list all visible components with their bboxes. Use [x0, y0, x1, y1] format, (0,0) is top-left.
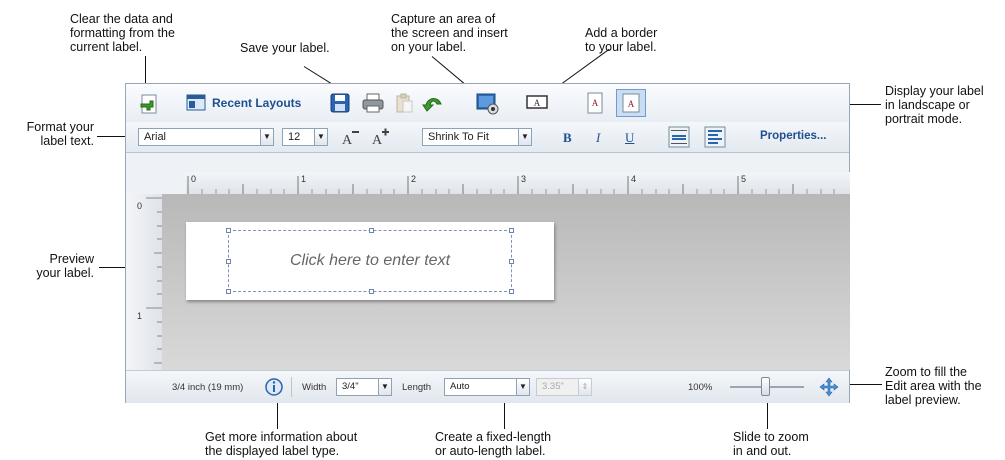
font-size-value: 12	[288, 131, 301, 143]
ruler-top-3: 3	[521, 174, 527, 184]
svg-text:A: A	[628, 99, 635, 109]
ruler-left-1: 1	[137, 311, 143, 321]
svg-text:A: A	[342, 133, 353, 148]
spinner-icon[interactable]: ⇕	[578, 379, 591, 395]
edit-area: Click here to enter text	[162, 194, 850, 370]
callout-length: Create a fixed-length or auto-length labe…	[435, 430, 552, 458]
resize-handle[interactable]	[369, 228, 374, 233]
vertical-align-icon[interactable]	[668, 126, 690, 148]
callout-save: Save your label.	[240, 41, 330, 55]
resize-handle[interactable]	[509, 259, 514, 264]
ruler-top-5: 5	[741, 174, 747, 184]
landscape-orientation-icon[interactable]: A	[616, 89, 646, 117]
bold-button[interactable]: B	[563, 130, 572, 146]
ruler-left-0: 0	[137, 201, 143, 211]
chevron-down-icon[interactable]: ▼	[378, 379, 391, 395]
callout-info: Get more information about the displayed …	[205, 430, 358, 458]
properties-link[interactable]: Properties...	[760, 130, 826, 142]
paste-icon[interactable]	[394, 93, 414, 113]
font-size-select[interactable]: 12 ▼	[282, 128, 328, 146]
underline-button[interactable]: U	[625, 130, 634, 146]
width-select[interactable]: 3/4" ▼	[336, 378, 392, 396]
status-bar: 3/4 inch (19 mm) Width 3/4" ▼ Length Aut…	[126, 370, 849, 403]
callout-capture: Capture an area of the screen and insert o…	[391, 12, 508, 54]
ruler-top-1: 1	[301, 174, 307, 184]
horizontal-align-icon[interactable]	[704, 126, 726, 148]
resize-handle[interactable]	[509, 289, 514, 294]
ruler-top-2: 2	[411, 174, 417, 184]
resize-handle[interactable]	[509, 228, 514, 233]
length-measure-input[interactable]: 3.35" ⇕	[536, 378, 592, 396]
length-select[interactable]: Auto ▼	[444, 378, 530, 396]
format-toolbar: Arial ▼ 12 ▼ A A Shrink To Fit ▼ B I U P…	[126, 122, 849, 153]
italic-button[interactable]: I	[596, 130, 600, 146]
chevron-down-icon[interactable]: ▼	[516, 379, 529, 395]
callout-preview: Preview your label.	[36, 252, 94, 280]
recent-layouts-icon[interactable]	[186, 93, 206, 113]
screen-capture-icon[interactable]	[476, 93, 499, 115]
recent-layouts-button[interactable]: Recent Layouts	[212, 96, 301, 110]
length-value: Auto	[450, 381, 470, 392]
horizontal-ruler: 0 1 2 3 4 5	[186, 172, 850, 194]
text-placeholder[interactable]: Click here to enter text	[229, 231, 511, 291]
chevron-down-icon[interactable]: ▼	[314, 129, 327, 145]
resize-handle[interactable]	[226, 289, 231, 294]
length-label: Length	[402, 382, 432, 393]
resize-handle[interactable]	[226, 259, 231, 264]
text-fit-value: Shrink To Fit	[428, 131, 489, 143]
label-preview: Click here to enter text	[186, 222, 554, 300]
print-icon[interactable]	[362, 93, 384, 113]
length-measure-value: 3.35"	[542, 381, 564, 392]
font-select[interactable]: Arial ▼	[138, 128, 274, 146]
callout-border: Add a border to your label.	[585, 26, 658, 54]
width-value: 3/4"	[342, 381, 359, 392]
ruler-top-0: 0	[191, 174, 197, 184]
border-icon[interactable]: A	[526, 94, 548, 110]
zoom-level-text: 100%	[688, 382, 713, 393]
decrease-font-icon[interactable]: A	[340, 128, 360, 148]
new-label-icon[interactable]	[138, 93, 158, 114]
resize-handle[interactable]	[226, 228, 231, 233]
label-type-text: 3/4 inch (19 mm)	[172, 382, 244, 393]
callout-format: Format your label text.	[26, 120, 94, 148]
callout-slide: Slide to zoom in and out.	[733, 430, 809, 458]
ruler-top-4: 4	[631, 174, 637, 184]
portrait-orientation-icon[interactable]: A	[586, 91, 604, 115]
text-fit-select[interactable]: Shrink To Fit ▼	[422, 128, 532, 146]
svg-text:A: A	[372, 133, 383, 148]
resize-handle[interactable]	[369, 289, 374, 294]
callout-zoomfill: Zoom to fill the Edit area with the label …	[885, 365, 982, 407]
undo-icon[interactable]	[422, 93, 442, 113]
label-editor-window: Recent Layouts A A A Arial ▼ 12 ▼ A A Sh…	[125, 83, 850, 403]
callout-orientation: Display your label in landscape or portrai…	[885, 84, 984, 126]
main-toolbar: Recent Layouts A A A	[126, 84, 849, 122]
chevron-down-icon[interactable]: ▼	[260, 129, 273, 145]
save-icon[interactable]	[330, 93, 350, 113]
callout-clear: Clear the data and formatting from the cur…	[70, 12, 175, 54]
info-icon[interactable]	[264, 377, 284, 397]
zoom-slider-thumb[interactable]	[761, 377, 770, 396]
chevron-down-icon[interactable]: ▼	[518, 129, 531, 145]
vertical-ruler: 0 1	[126, 194, 162, 370]
font-value: Arial	[144, 131, 167, 143]
text-object[interactable]: Click here to enter text	[226, 228, 514, 294]
increase-font-icon[interactable]: A	[370, 128, 390, 148]
zoom-to-fit-icon[interactable]	[819, 377, 839, 397]
width-label: Width	[302, 382, 327, 393]
svg-text:A: A	[534, 98, 541, 108]
svg-text:A: A	[592, 98, 599, 108]
